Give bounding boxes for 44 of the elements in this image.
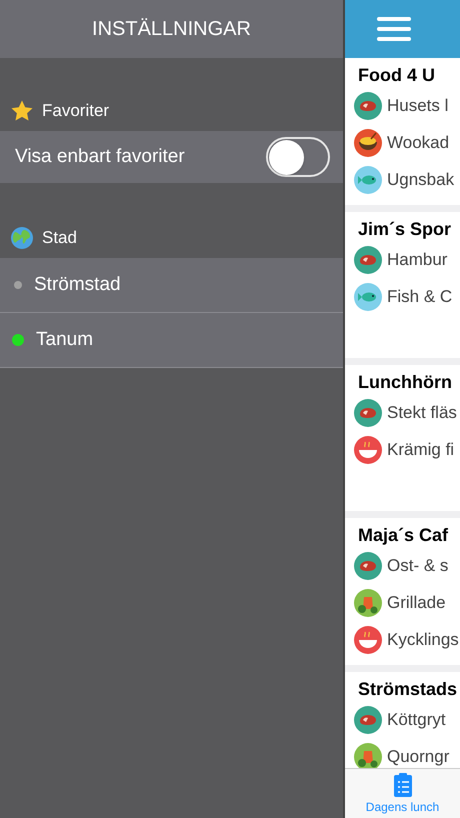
dish-name: Husets l [387, 94, 448, 117]
dish-name: Wookad [387, 132, 450, 154]
dish-name: Fish & C [387, 286, 452, 308]
steak-icon [354, 92, 382, 120]
city-item[interactable]: Tanum [0, 313, 343, 368]
noodle-bowl-icon [354, 128, 382, 156]
restaurant-card[interactable]: Strömstads Köttgryt Quorngr [345, 672, 460, 768]
dish-name: Hambur [387, 248, 448, 271]
steak-icon [354, 246, 382, 274]
restaurant-card[interactable]: Food 4 U Husets l Wookad Ugnsbak [345, 58, 460, 205]
steak-icon [354, 706, 382, 734]
section-heading: Stad [42, 226, 77, 248]
fish-icon [354, 166, 382, 194]
dish-name: Ost- & s [387, 554, 448, 577]
restaurant-name: Jim´s Spor [357, 218, 452, 241]
dish-name: Stekt fläs [387, 402, 457, 424]
star-icon [10, 99, 34, 123]
restaurant-name: Food 4 U [357, 64, 436, 87]
restaurant-name: Maja´s Caf [357, 524, 450, 547]
vegetable-icon [354, 588, 382, 616]
toggle-switch[interactable] [266, 137, 330, 177]
soup-bowl-icon [354, 436, 382, 464]
fish-icon [354, 282, 382, 310]
globe-icon [10, 226, 34, 250]
settings-title: INSTÄLLNINGAR [92, 17, 251, 42]
dish-name: Köttgryt [387, 708, 446, 731]
restaurant-card[interactable]: Lunchhörn Stekt fläs Krämig fi [345, 365, 460, 511]
city-item[interactable]: Strömstad [0, 258, 343, 313]
clipboard-icon [392, 772, 412, 798]
steak-icon [354, 552, 382, 580]
section-heading: Favoriter [42, 100, 110, 122]
toggle-label: Visa enbart favoriter [15, 144, 185, 169]
dish-name: Ugnsbak [387, 168, 454, 191]
dish-name: Quorngr [387, 746, 450, 768]
restaurant-name: Lunchhörn [357, 371, 453, 394]
dish-name: Kycklings [387, 628, 459, 651]
dish-name: Krämig fi [387, 438, 454, 461]
soup-bowl-icon [354, 626, 382, 654]
restaurant-card[interactable]: Jim´s Spor Hambur Fish & C [345, 212, 460, 358]
restaurant-card[interactable]: Maja´s Caf Ost- & s Grillade Kycklings [345, 518, 460, 665]
restaurant-name: Strömstads [357, 678, 458, 701]
menu-icon[interactable] [377, 17, 411, 41]
steak-icon [354, 398, 382, 426]
dish-name: Grillade [387, 592, 446, 614]
